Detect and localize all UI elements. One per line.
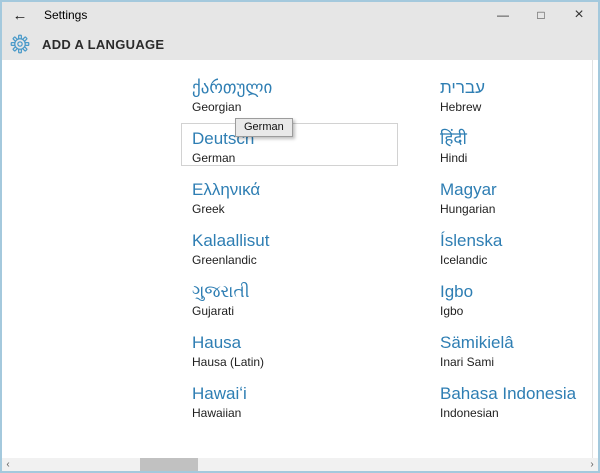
scroll-left-button[interactable]: ‹ [2, 458, 14, 471]
language-tile-hindi[interactable]: हिंदी Hindi [429, 123, 598, 166]
language-native-name: Sämikielâ [440, 333, 514, 352]
language-english-name: German [192, 151, 236, 165]
vertical-scrollbar-track[interactable] [592, 60, 593, 458]
language-native-name: ქართული [192, 78, 273, 97]
maximize-icon: □ [537, 8, 545, 22]
language-native-name: עברית [440, 78, 485, 97]
language-tile-greenlandic[interactable]: Kalaallisut Greenlandic [181, 225, 398, 268]
horizontal-scrollbar-thumb[interactable] [140, 458, 198, 471]
language-tile-inari-sami[interactable]: Sämikielâ Inari Sami [429, 327, 598, 370]
tooltip: German [235, 118, 293, 137]
language-english-name: Hebrew [440, 100, 482, 114]
language-native-name: ગુજરાતી [192, 282, 250, 301]
window-title: Settings [44, 8, 88, 22]
language-list-panel: ქართული Georgian עברית Hebrew Deutsch Ge… [2, 60, 598, 458]
settings-window: ← Settings — □ × ADD A LANGUAGE ქართული … [0, 0, 600, 473]
language-tile-greek[interactable]: Ελληνικά Greek [181, 174, 398, 217]
maximize-button[interactable]: □ [522, 2, 560, 28]
language-english-name: Hawaiian [192, 406, 242, 420]
page-header: ADD A LANGUAGE [2, 28, 598, 60]
language-tile-indonesian[interactable]: Bahasa Indonesia Indonesian [429, 378, 598, 421]
back-arrow-icon: ← [12, 6, 28, 24]
language-tile-icelandic[interactable]: Íslenska Icelandic [429, 225, 598, 268]
language-native-name: Kalaallisut [192, 231, 270, 250]
titlebar: ← Settings — □ × [2, 2, 598, 28]
language-english-name: Hungarian [440, 202, 496, 216]
language-native-name: Magyar [440, 180, 497, 199]
language-tile-hungarian[interactable]: Magyar Hungarian [429, 174, 598, 217]
language-english-name: Inari Sami [440, 355, 495, 369]
scroll-right-button[interactable]: › [586, 458, 598, 471]
language-tile-hausa[interactable]: Hausa Hausa (Latin) [181, 327, 398, 370]
language-english-name: Icelandic [440, 253, 488, 267]
language-tile-hawaiian[interactable]: Hawaiʻi Hawaiian [181, 378, 398, 421]
horizontal-scrollbar[interactable]: ‹ › [2, 458, 598, 471]
page-title: ADD A LANGUAGE [42, 36, 165, 52]
tooltip-text: German [244, 121, 284, 133]
language-native-name: हिंदी [440, 129, 467, 148]
language-native-name: Bahasa Indonesia [440, 384, 577, 403]
close-icon: × [574, 6, 584, 23]
language-tile-igbo[interactable]: Igbo Igbo [429, 276, 598, 319]
chevron-right-icon: › [590, 459, 594, 470]
close-button[interactable]: × [560, 2, 598, 28]
language-tile-gujarati[interactable]: ગુજરાતી Gujarati [181, 276, 398, 319]
language-english-name: Greenlandic [192, 253, 257, 267]
language-english-name: Gujarati [192, 304, 235, 318]
language-english-name: Igbo [440, 304, 464, 318]
language-native-name: Igbo [440, 282, 474, 301]
gear-icon [10, 34, 30, 54]
language-english-name: Georgian [192, 100, 242, 114]
language-native-name: Íslenska [440, 231, 503, 250]
language-tile-georgian[interactable]: ქართული Georgian [181, 72, 398, 115]
back-button[interactable]: ← [2, 2, 38, 28]
language-native-name: Hawaiʻi [192, 384, 247, 403]
language-english-name: Greek [192, 202, 225, 216]
chevron-left-icon: ‹ [6, 459, 10, 470]
minimize-icon: — [497, 8, 509, 22]
language-english-name: Hausa (Latin) [192, 355, 265, 369]
minimize-button[interactable]: — [484, 2, 522, 28]
language-native-name: Hausa [192, 333, 242, 352]
language-tile-hebrew[interactable]: עברית Hebrew [429, 72, 598, 115]
language-native-name: Ελληνικά [192, 180, 261, 199]
language-english-name: Hindi [440, 151, 468, 165]
caption-buttons: — □ × [484, 2, 598, 28]
language-english-name: Indonesian [440, 406, 499, 420]
